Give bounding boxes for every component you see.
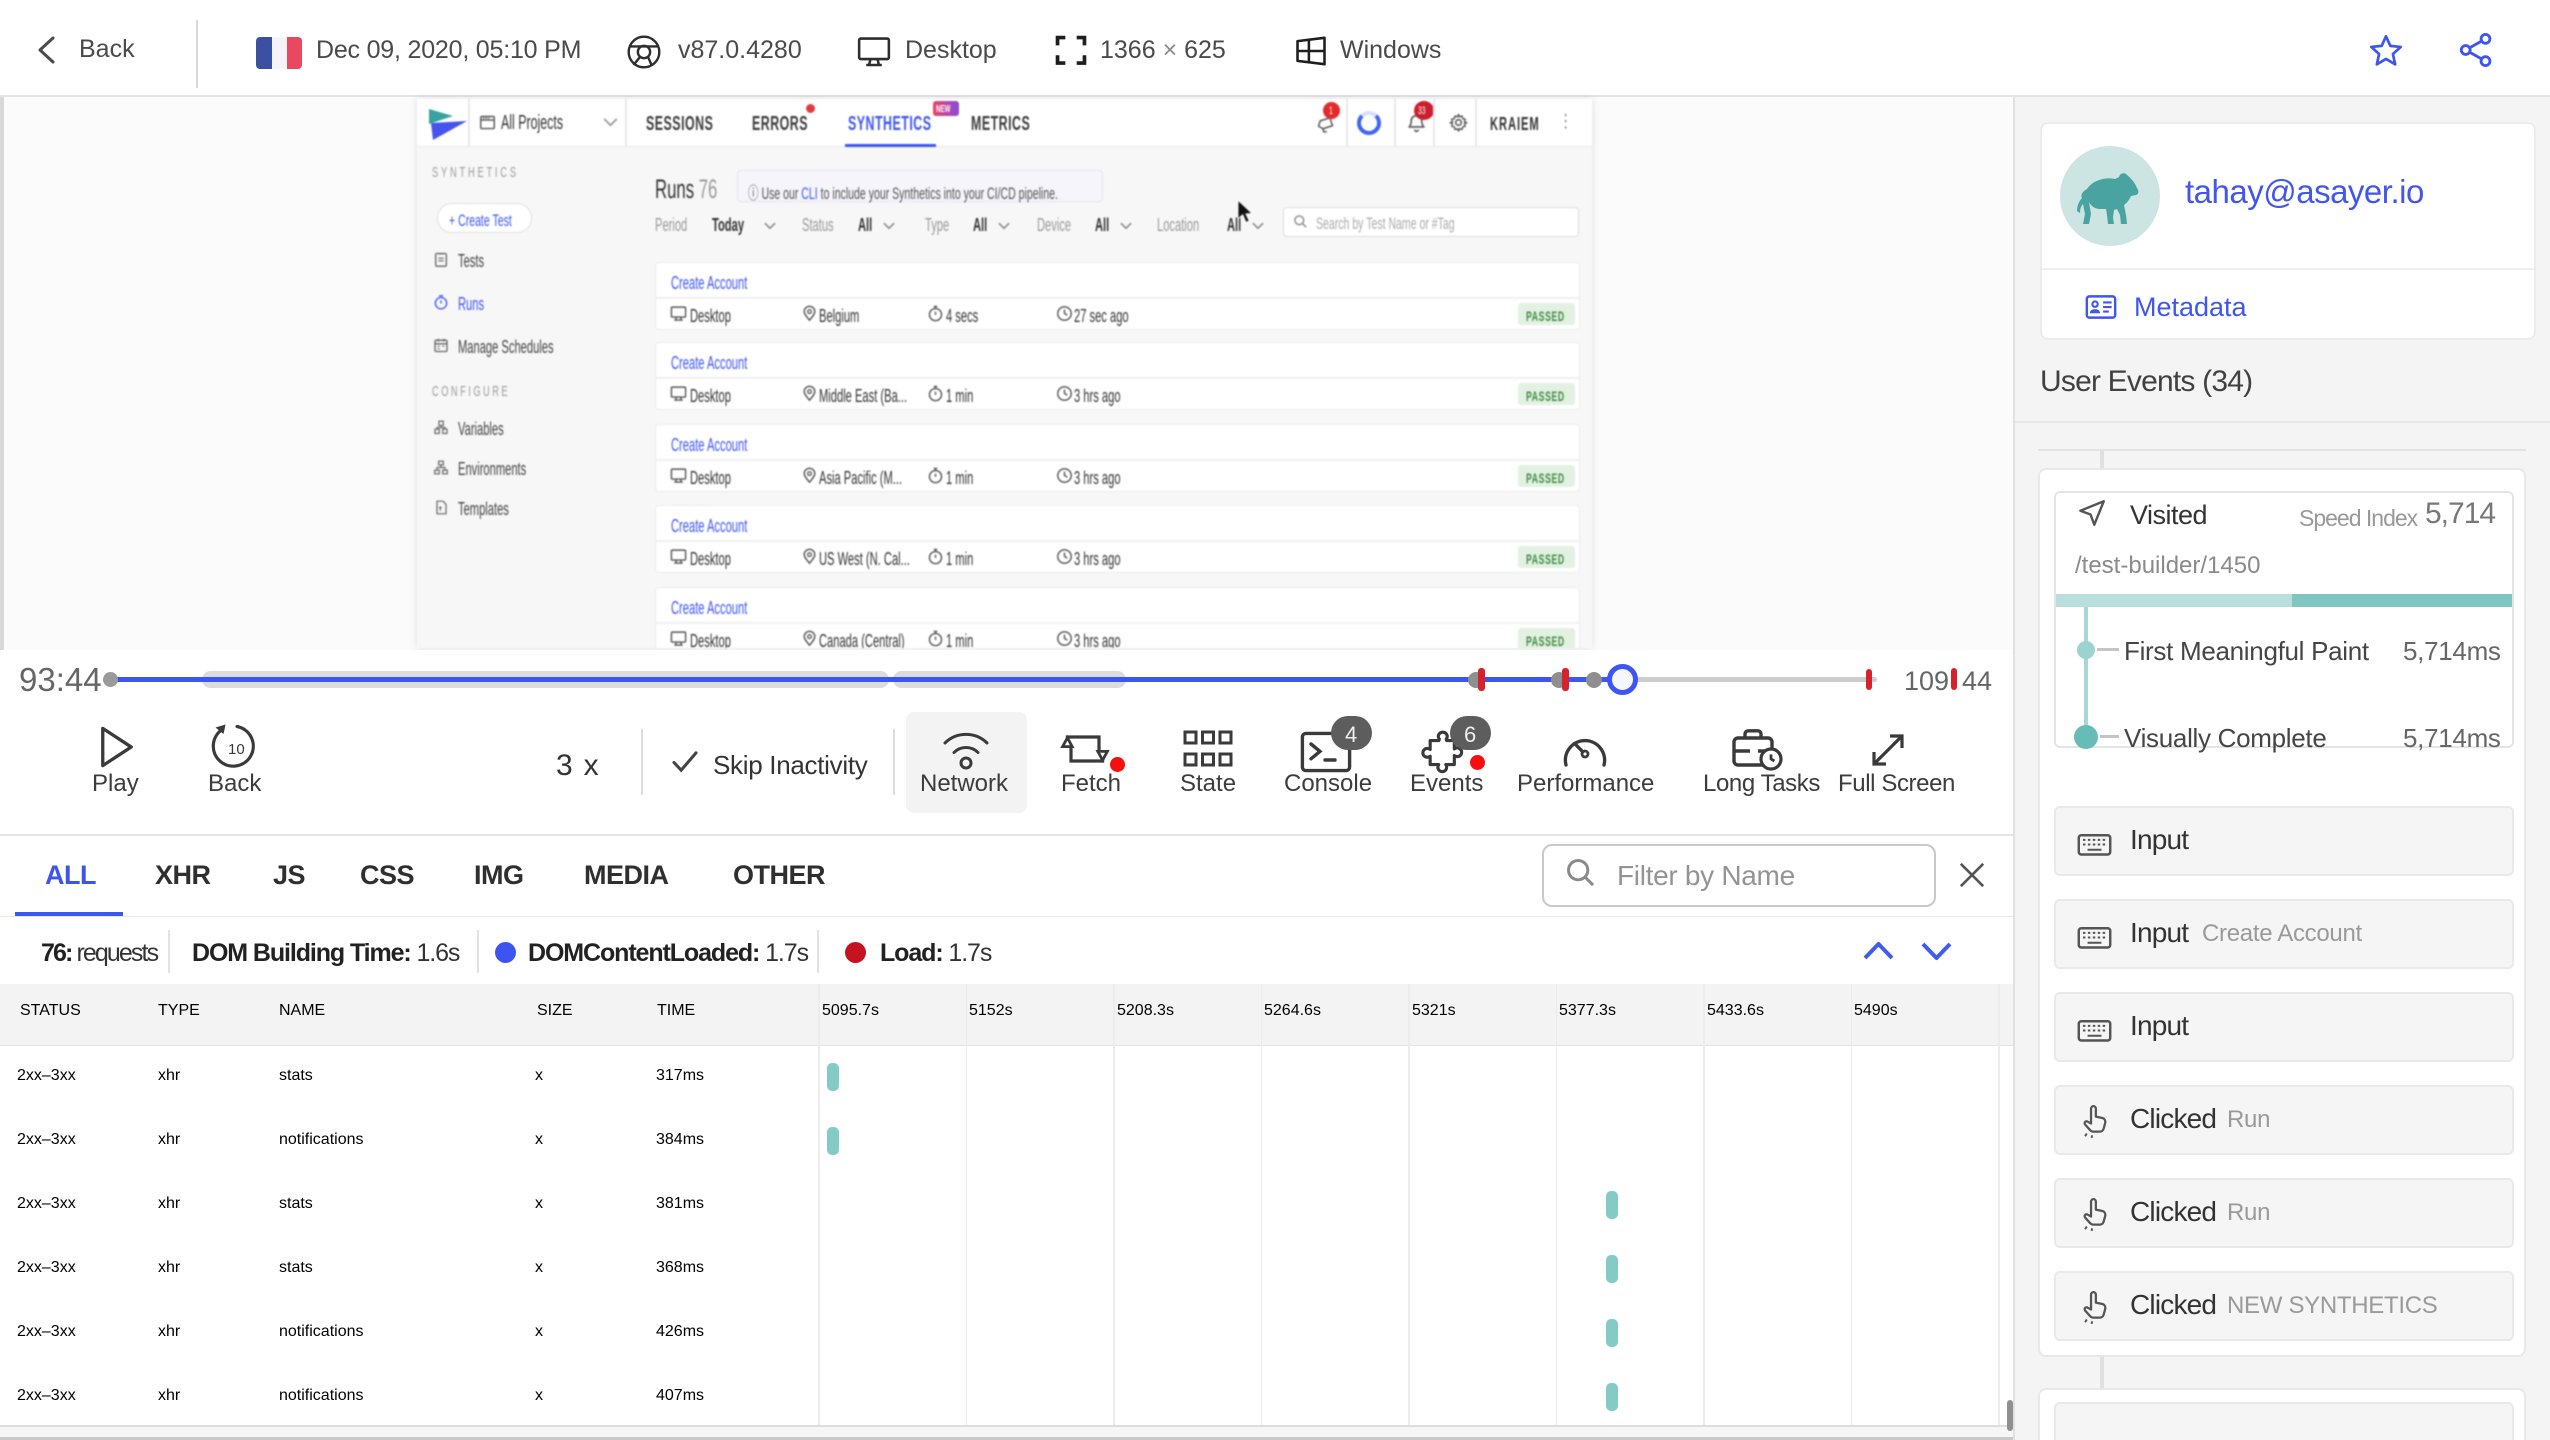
svg-text:10: 10 [228, 741, 245, 758]
